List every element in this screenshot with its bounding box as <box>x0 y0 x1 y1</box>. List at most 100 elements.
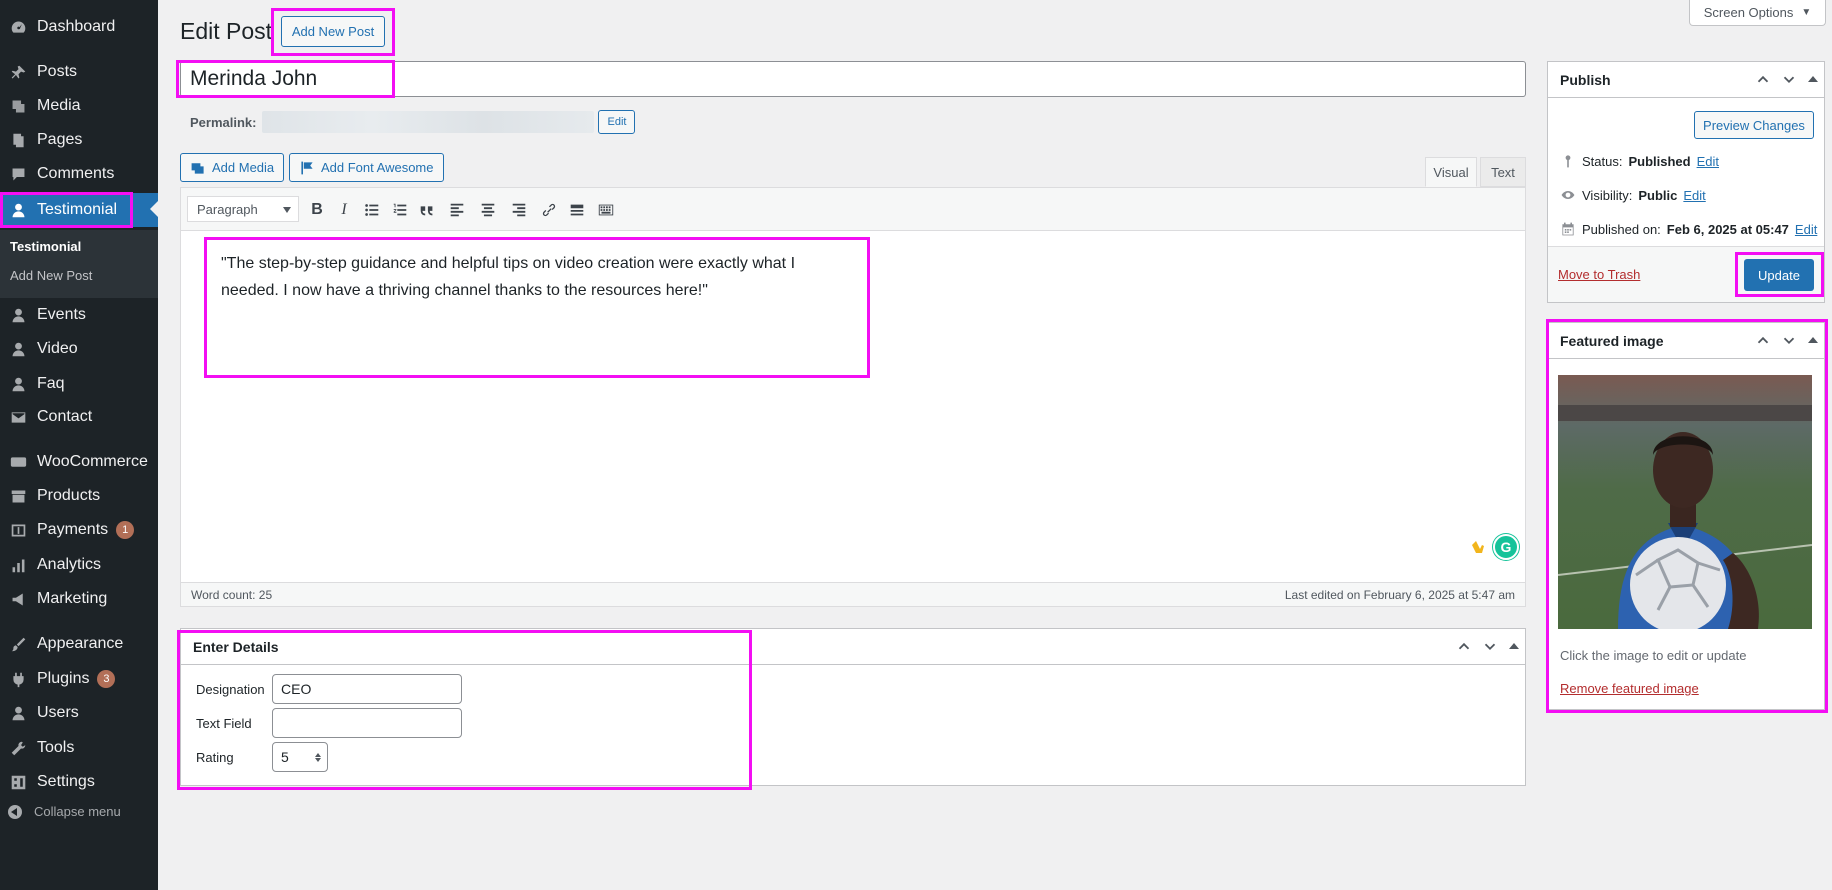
sidebar-item-users[interactable]: Users <box>0 697 158 729</box>
sidebar-item-woocommerce[interactable]: WooCommerce <box>0 446 158 478</box>
update-button[interactable]: Update <box>1744 259 1814 291</box>
sidebar-item-settings[interactable]: Settings <box>0 766 158 798</box>
link-icon[interactable] <box>538 199 560 221</box>
clapping-hands-icon[interactable] <box>1467 536 1489 558</box>
format-select[interactable]: Paragraph <box>187 196 299 222</box>
designation-label: Designation <box>196 681 265 697</box>
sidebar-item-products[interactable]: Products <box>0 480 158 512</box>
submenu-item-add-new-post[interactable]: Add New Post <box>10 268 92 283</box>
content-line-1: "The step-by-step guidance and helpful t… <box>221 255 796 272</box>
toggle-panel-icon[interactable] <box>1509 643 1519 649</box>
permalink-label: Permalink: <box>190 114 257 130</box>
plugin-icon <box>8 669 28 689</box>
woo-icon <box>8 452 28 472</box>
archive-icon <box>8 486 28 506</box>
rating-input[interactable]: 5 <box>272 742 328 772</box>
collapse-menu-button[interactable]: Collapse menu <box>8 804 121 819</box>
visibility-label: Visibility: <box>1582 187 1633 203</box>
move-down-icon[interactable] <box>1780 70 1798 88</box>
content-editor[interactable]: Paragraph B I "The step-by-step guidance… <box>180 187 1526 607</box>
enter-details-box: Enter Details Designation CEO Text Field… <box>180 628 1526 786</box>
sidebar-item-pages[interactable]: Pages <box>0 124 158 156</box>
screen-options-button[interactable]: Screen Options ▼ <box>1689 0 1826 26</box>
sidebar-item-comments[interactable]: Comments <box>0 158 158 190</box>
add-media-button[interactable]: Add Media <box>180 153 285 182</box>
align-right-icon[interactable] <box>508 199 530 221</box>
move-to-trash-link[interactable]: Move to Trash <box>1558 267 1640 282</box>
move-down-icon[interactable] <box>1481 637 1499 655</box>
sidebar-item-label: Payments <box>37 521 109 538</box>
permalink-edit-button[interactable]: Edit <box>598 110 636 134</box>
editor-content[interactable]: "The step-by-step guidance and helpful t… <box>221 250 821 304</box>
remove-featured-image-link[interactable]: Remove featured image <box>1560 681 1699 696</box>
toolbar-toggle-icon[interactable] <box>595 199 617 221</box>
visibility-value: Public <box>1638 187 1678 203</box>
sidebar-item-dashboard[interactable]: Dashboard <box>0 11 158 43</box>
move-up-icon[interactable] <box>1754 331 1772 349</box>
sidebar-item-contact[interactable]: Contact <box>0 401 158 433</box>
sidebar-item-label: Testimonial <box>37 201 118 218</box>
status-edit-link[interactable]: Edit <box>1697 154 1719 169</box>
tab-text[interactable]: Text <box>1480 157 1526 187</box>
sidebar-item-tools[interactable]: Tools <box>0 732 158 764</box>
collapse-icon <box>8 804 22 819</box>
add-media-label: Add Media <box>212 160 275 175</box>
sidebar-item-faq[interactable]: Faq <box>0 368 158 400</box>
sidebar-item-payments[interactable]: Payments 1 <box>0 514 158 546</box>
dashboard-icon <box>8 17 28 37</box>
post-title-input[interactable]: Merinda John <box>180 61 1526 97</box>
email-icon <box>8 407 28 427</box>
align-center-icon[interactable] <box>477 199 499 221</box>
add-font-awesome-button[interactable]: Add Font Awesome <box>289 153 444 182</box>
bold-icon[interactable]: B <box>306 199 328 221</box>
preview-changes-button[interactable]: Preview Changes <box>1694 111 1814 139</box>
move-down-icon[interactable] <box>1780 331 1798 349</box>
numbered-list-icon[interactable] <box>389 199 411 221</box>
sidebar-item-video[interactable]: Video <box>0 333 158 365</box>
blockquote-icon[interactable] <box>416 199 438 221</box>
featured-image-header: Featured image <box>1548 323 1824 359</box>
publish-header: Publish <box>1548 62 1824 98</box>
payments-icon <box>8 520 28 540</box>
caret-down-icon: ▼ <box>1801 7 1812 18</box>
tab-visual[interactable]: Visual <box>1425 157 1477 187</box>
sidebar-item-events[interactable]: Events <box>0 299 158 331</box>
align-left-icon[interactable] <box>446 199 468 221</box>
sidebar-item-label: Media <box>37 97 81 114</box>
wrench-icon <box>8 738 28 758</box>
pin-icon <box>1565 155 1571 168</box>
designation-input[interactable]: CEO <box>272 674 462 704</box>
published-on-edit-link[interactable]: Edit <box>1795 222 1817 237</box>
sidebar-item-analytics[interactable]: Analytics <box>0 549 158 581</box>
submenu-item-testimonial[interactable]: Testimonial <box>10 239 81 254</box>
visibility-edit-link[interactable]: Edit <box>1683 188 1705 203</box>
add-new-post-button[interactable]: Add New Post <box>281 16 385 47</box>
read-more-icon[interactable] <box>566 199 588 221</box>
user-icon <box>8 339 28 359</box>
toggle-panel-icon[interactable] <box>1808 76 1818 82</box>
sidebar-item-appearance[interactable]: Appearance <box>0 628 158 660</box>
admin-sidebar: Dashboard Posts Media Pages Comments Tes… <box>0 0 158 890</box>
italic-icon[interactable]: I <box>333 199 355 221</box>
sidebar-item-plugins[interactable]: Plugins 3 <box>0 663 158 695</box>
move-up-icon[interactable] <box>1754 70 1772 88</box>
publish-title: Publish <box>1560 71 1611 88</box>
bullet-list-icon[interactable] <box>361 199 383 221</box>
rating-stepper[interactable] <box>315 752 321 762</box>
testimonial-submenu: Testimonial Add New Post <box>0 230 158 298</box>
sidebar-item-marketing[interactable]: Marketing <box>0 583 158 615</box>
move-up-icon[interactable] <box>1455 637 1473 655</box>
text-field-row: Text Field <box>196 708 462 738</box>
publish-actions: Move to Trash Update <box>1548 246 1824 302</box>
permalink-url[interactable] <box>262 111 595 133</box>
sidebar-item-label: Analytics <box>37 556 102 573</box>
sidebar-item-media[interactable]: Media <box>0 90 158 122</box>
toggle-panel-icon[interactable] <box>1808 337 1818 343</box>
sidebar-item-testimonial[interactable]: Testimonial <box>0 193 158 227</box>
sidebar-item-posts[interactable]: Posts <box>0 56 158 88</box>
editor-status-bar: Word count: 25 Last edited on February 6… <box>180 582 1526 607</box>
sidebar-item-label: Comments <box>37 165 115 182</box>
text-field-input[interactable] <box>272 708 462 738</box>
grammarly-icon[interactable]: G <box>1493 534 1519 560</box>
featured-image-photo[interactable] <box>1558 375 1812 629</box>
